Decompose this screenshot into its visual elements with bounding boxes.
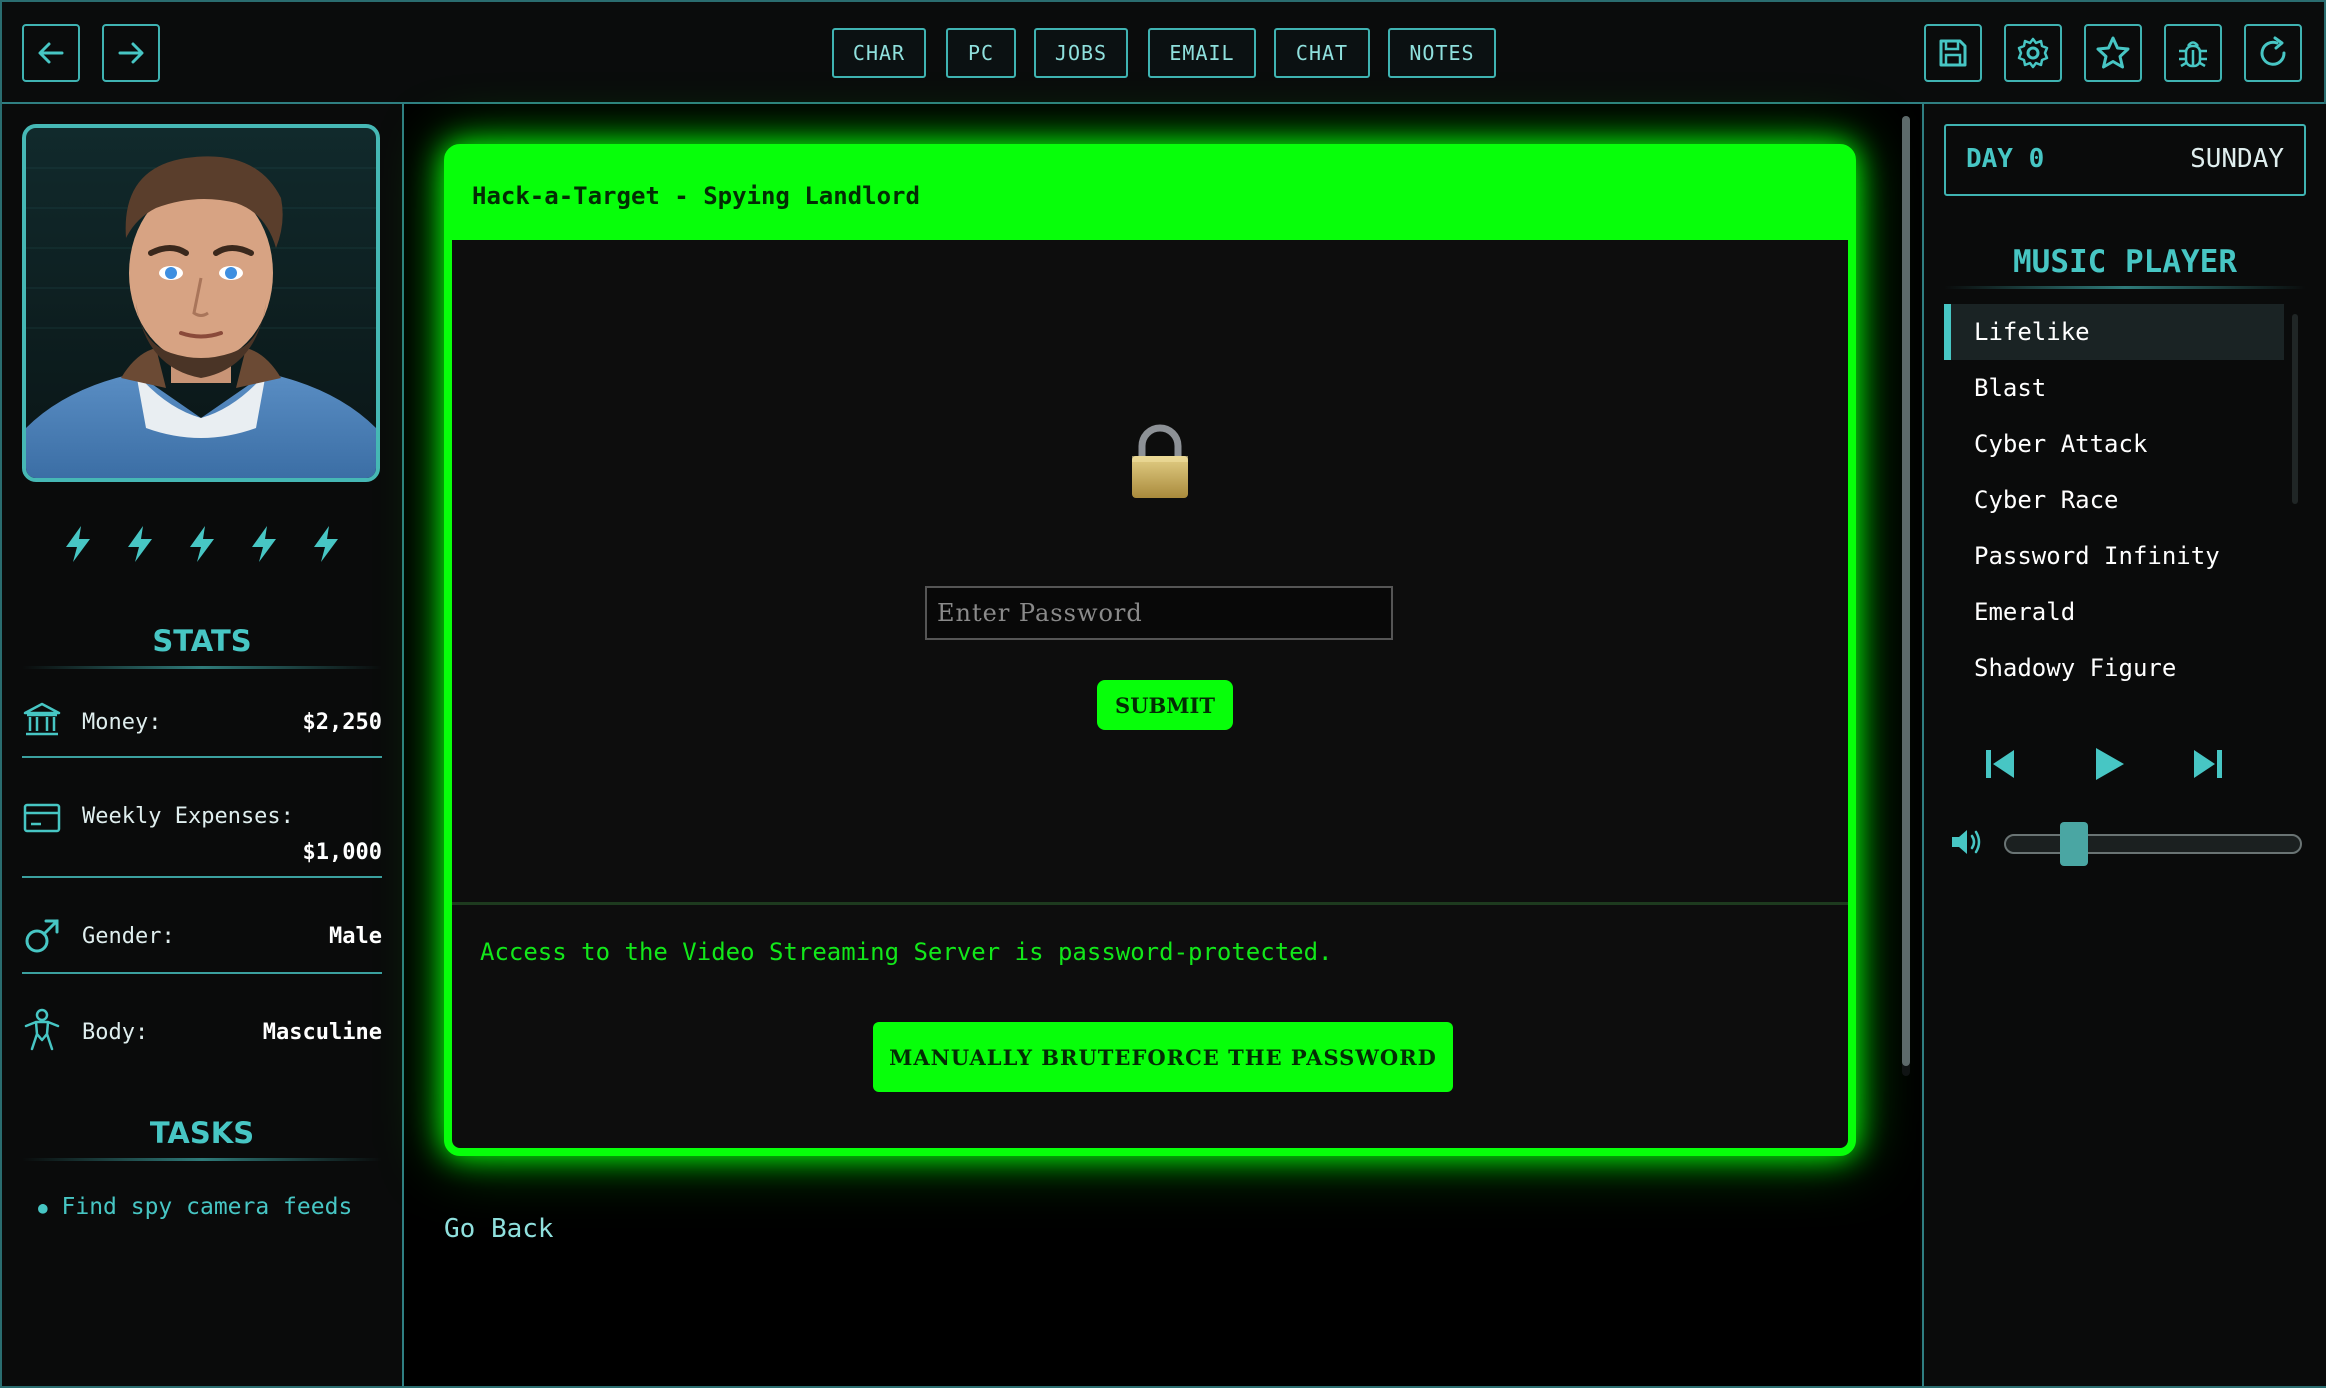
tab-char[interactable]: CHAR	[832, 28, 926, 78]
bank-icon	[23, 702, 61, 736]
panel-divider	[452, 902, 1848, 905]
bolt-icon	[190, 526, 214, 562]
scrollbar[interactable]	[1902, 116, 1910, 1076]
bolt-icon	[314, 526, 338, 562]
password-input[interactable]	[925, 586, 1393, 640]
volume-slider[interactable]	[2004, 834, 2302, 854]
scrollbar-thumb[interactable]	[1902, 116, 1910, 1066]
song-item[interactable]: Cyber Race	[1944, 472, 2284, 528]
song-item[interactable]: Emerald	[1944, 584, 2284, 640]
playlist-scrollbar[interactable]	[2292, 314, 2298, 504]
bruteforce-button[interactable]: MANUALLY BRUTEFORCE THE PASSWORD	[873, 1022, 1453, 1092]
music-player-title: MUSIC PLAYER	[2013, 244, 2237, 280]
play-icon[interactable]	[2088, 744, 2128, 784]
tab-jobs[interactable]: JOBS	[1034, 28, 1128, 78]
day-name: SUNDAY	[2190, 144, 2284, 174]
credit-card-icon	[23, 803, 61, 833]
tab-pc[interactable]: PC	[946, 28, 1016, 78]
bolt-icon	[252, 526, 276, 562]
save-icon	[1939, 39, 1967, 67]
skip-next-icon[interactable]	[2188, 744, 2228, 784]
list-item: ● Find spy camera feeds	[38, 1194, 352, 1220]
debug-button[interactable]	[2164, 24, 2222, 82]
save-button[interactable]	[1924, 24, 1982, 82]
hack-panel: Hack-a-Target - Spying Landlord SUBMIT A…	[444, 144, 1856, 1156]
padlock-icon	[1132, 424, 1188, 498]
character-sidebar: STATS Money: $2,250 Weekly Expenses: $1,…	[2, 104, 404, 1386]
back-button[interactable]	[22, 24, 80, 82]
tab-chat[interactable]: CHAT	[1274, 28, 1370, 78]
settings-button[interactable]	[2004, 24, 2062, 82]
skip-previous-icon[interactable]	[1980, 744, 2020, 784]
body-figure-icon	[24, 1008, 60, 1051]
playlist: Lifelike Blast Cyber Attack Cyber Race P…	[1944, 304, 2284, 696]
song-item[interactable]: Password Infinity	[1944, 528, 2284, 584]
refresh-button[interactable]	[2244, 24, 2302, 82]
volume-icon[interactable]	[1948, 824, 1984, 860]
gender-label: Gender:	[82, 924, 175, 949]
song-item[interactable]: Shadowy Figure	[1944, 640, 2284, 696]
divider	[22, 756, 382, 758]
bug-icon	[2179, 41, 2207, 68]
stat-body: Body: Masculine	[22, 1008, 382, 1054]
stat-money: Money: $2,250	[22, 702, 382, 744]
task-text: Find spy camera feeds	[61, 1194, 353, 1220]
top-bar: CHAR PC JOBS EMAIL CHAT NOTES	[2, 2, 2324, 104]
gear-icon	[2017, 37, 2049, 69]
volume-slider-handle[interactable]	[2059, 822, 2088, 866]
day-label: DAY 0	[1966, 144, 2045, 174]
hack-panel-title: Hack-a-Target - Spying Landlord	[452, 152, 1848, 240]
body-value: Masculine	[262, 1020, 382, 1045]
submit-button[interactable]: SUBMIT	[1097, 680, 1233, 730]
bullet-icon: ●	[38, 1198, 48, 1217]
divider	[22, 876, 382, 878]
song-item[interactable]: Blast	[1944, 360, 2284, 416]
right-sidebar: DAY 0 SUNDAY MUSIC PLAYER Lifelike Blast…	[1922, 104, 2326, 1386]
day-display: DAY 0 SUNDAY	[1944, 124, 2306, 196]
access-message: Access to the Video Streaming Server is …	[480, 938, 1333, 966]
expenses-value: $1,000	[302, 840, 382, 865]
gender-value: Male	[329, 924, 382, 949]
money-label: Money:	[82, 710, 162, 735]
music-title-underline	[1944, 286, 2306, 289]
refresh-icon	[2260, 36, 2286, 66]
money-value: $2,250	[302, 710, 382, 735]
stat-gender: Gender: Male	[22, 918, 382, 958]
tab-notes[interactable]: NOTES	[1388, 28, 1496, 78]
bolt-icon	[66, 526, 90, 562]
forward-button[interactable]	[102, 24, 160, 82]
song-item[interactable]: Lifelike	[1944, 304, 2284, 360]
expenses-label: Weekly Expenses:	[82, 804, 294, 829]
male-symbol-icon	[25, 919, 59, 953]
arrow-left-icon	[38, 42, 64, 64]
tasks-title: TASKS	[149, 1116, 255, 1150]
energy-bolts	[60, 524, 344, 564]
stats-title: STATS	[152, 624, 252, 658]
stat-weekly-expenses: Weekly Expenses: $1,000	[22, 798, 382, 878]
bolt-icon	[128, 526, 152, 562]
avatar	[26, 156, 376, 478]
main-content: Hack-a-Target - Spying Landlord SUBMIT A…	[404, 104, 1920, 1386]
body-label: Body:	[82, 1020, 149, 1045]
stats-title-underline	[22, 666, 382, 669]
character-portrait	[22, 124, 380, 482]
tab-email[interactable]: EMAIL	[1148, 28, 1256, 78]
divider	[22, 972, 382, 974]
tasks-title-underline	[22, 1158, 382, 1161]
go-back-link[interactable]: Go Back	[444, 1214, 554, 1244]
star-icon	[2096, 36, 2130, 69]
favorite-button[interactable]	[2084, 24, 2142, 82]
song-item[interactable]: Cyber Attack	[1944, 416, 2284, 472]
arrow-right-icon	[118, 42, 144, 64]
